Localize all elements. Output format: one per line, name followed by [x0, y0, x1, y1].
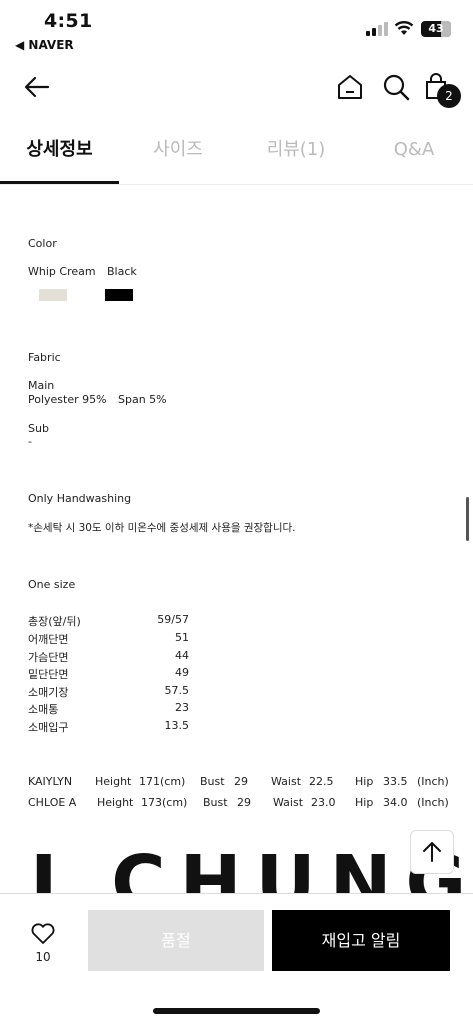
heart-icon — [31, 923, 55, 944]
fabric-main-value-1: Polyester 95% — [28, 393, 107, 406]
home-icon[interactable] — [335, 72, 365, 102]
model-hip: 34.0 — [383, 796, 408, 809]
size-label: 소매입구 — [28, 721, 69, 734]
home-indicator — [153, 1008, 320, 1014]
model-unit: (Inch) — [417, 775, 449, 788]
size-value: 13.5 — [164, 719, 190, 732]
fabric-sub-value: - — [28, 435, 32, 448]
size-value: 44 — [175, 649, 189, 662]
model-height-label: Height — [95, 775, 132, 788]
color-swatch-black — [105, 289, 133, 301]
size-value: 57.5 — [164, 684, 190, 697]
model-waist-label: Waist — [271, 775, 302, 788]
color-heading: Color — [28, 237, 57, 250]
model-height: 171(cm) — [139, 775, 186, 788]
fabric-main-value-2: Span 5% — [118, 393, 167, 406]
model-bust: 29 — [237, 796, 251, 809]
model-hip-label: Hip — [355, 775, 374, 788]
back-arrow-icon[interactable] — [22, 72, 52, 102]
purchase-bar: 10 품절 재입고 알림 — [0, 893, 473, 1024]
restock-alert-button[interactable]: 재입고 알림 — [272, 910, 450, 971]
size-label: 어깨단면 — [28, 633, 69, 646]
care-note: *손세탁 시 30도 이하 미온수에 중성세제 사용을 권장합니다. — [28, 522, 296, 534]
cellular-signal-icon — [366, 22, 388, 36]
tab-qna[interactable]: Q&A — [355, 130, 473, 184]
model-hip-label: Hip — [355, 796, 374, 809]
soldout-button[interactable]: 품절 — [88, 910, 264, 971]
model-unit: (Inch) — [417, 796, 449, 809]
care-heading: Only Handwashing — [28, 492, 132, 505]
size-label: 소매통 — [28, 703, 59, 716]
size-value: 59/57 — [157, 613, 189, 626]
model-bust-label: Bust — [203, 796, 228, 809]
like-button[interactable]: 10 — [20, 918, 66, 966]
arrow-up-icon — [423, 842, 441, 862]
model-height: 173(cm) — [141, 796, 188, 809]
size-value: 51 — [175, 631, 189, 644]
scroll-to-top-button[interactable] — [410, 830, 454, 874]
model-waist: 23.0 — [311, 796, 336, 809]
model-height-label: Height — [97, 796, 134, 809]
status-bar: 4:51 ◀ NAVER 43 — [0, 0, 473, 60]
brand-logo-text: I CHUNG — [30, 840, 473, 898]
wifi-icon — [394, 21, 414, 35]
size-value: 23 — [175, 701, 189, 714]
size-label: 밑단단면 — [28, 668, 69, 681]
size-label: 소매기장 — [28, 686, 69, 699]
brand-banner: I CHUNG — [0, 838, 473, 898]
tab-size[interactable]: 사이즈 — [119, 130, 237, 184]
model-waist: 22.5 — [309, 775, 334, 788]
size-heading: One size — [28, 578, 76, 591]
status-time: 4:51 — [44, 10, 93, 32]
fabric-heading: Fabric — [28, 351, 61, 364]
top-nav-bar — [0, 64, 473, 114]
model-name: CHLOE A — [28, 796, 77, 809]
battery-icon: 43 — [421, 21, 451, 37]
size-value: 49 — [175, 666, 189, 679]
detail-tabs: 상세정보 사이즈 리뷰(1) Q&A — [0, 130, 473, 185]
color-name-whip-cream: Whip Cream — [28, 265, 96, 278]
size-label: 가슴단면 — [28, 651, 69, 664]
model-waist-label: Waist — [273, 796, 304, 809]
like-count: 10 — [35, 950, 51, 964]
model-bust: 29 — [234, 775, 248, 788]
model-bust-label: Bust — [200, 775, 225, 788]
fabric-main-label: Main — [28, 379, 55, 392]
search-icon[interactable] — [381, 72, 411, 102]
size-label: 총장(앞/뒤) — [28, 615, 81, 628]
color-swatch-whip-cream — [39, 289, 67, 301]
cart-count-badge: 2 — [437, 84, 461, 108]
tab-detail-info[interactable]: 상세정보 — [0, 130, 119, 184]
fabric-sub-label: Sub — [28, 422, 49, 435]
tab-reviews[interactable]: 리뷰(1) — [237, 130, 355, 184]
model-name: KAIYLYN — [28, 775, 73, 788]
model-hip: 33.5 — [383, 775, 408, 788]
scrollbar-thumb[interactable] — [466, 497, 469, 541]
back-to-app-link[interactable]: ◀ NAVER — [15, 38, 74, 52]
color-name-black: Black — [107, 265, 137, 278]
